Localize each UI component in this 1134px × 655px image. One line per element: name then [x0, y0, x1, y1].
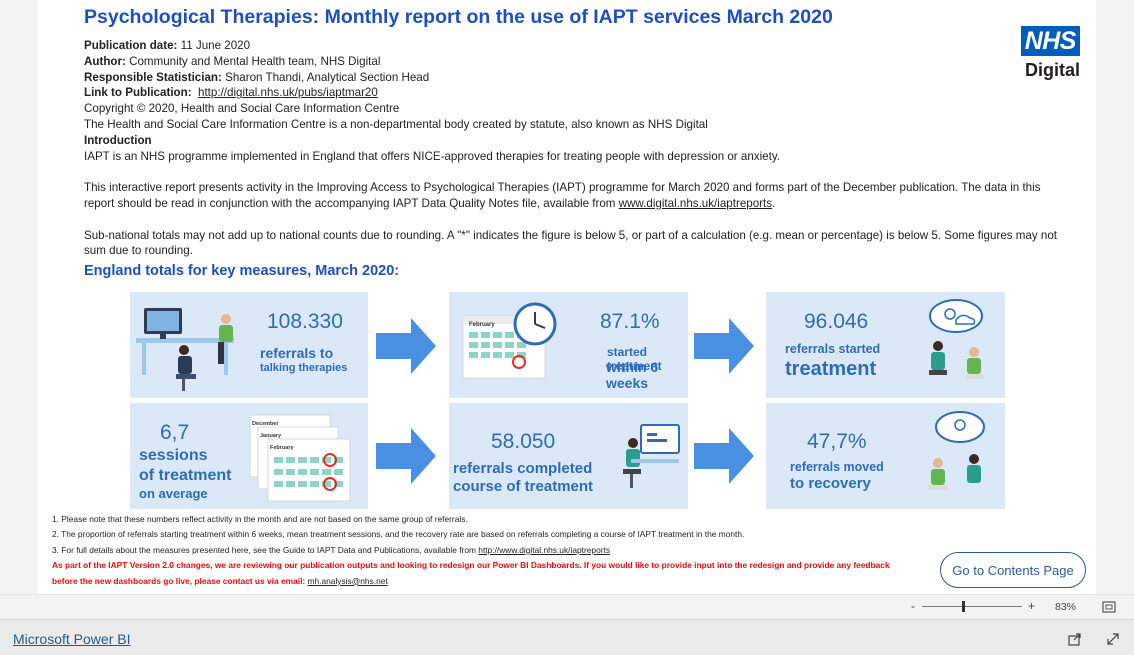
- recovery-session-illustration: [928, 411, 985, 490]
- recovery-value: 47,7%: [807, 430, 867, 453]
- report-description: This interactive report presents activit…: [84, 180, 1064, 212]
- calendar-month-label: February: [469, 322, 495, 328]
- sessions-label-1: sessions: [139, 447, 208, 464]
- intro-label: Introduction: [84, 133, 152, 147]
- started-treatment-label-2: treatment: [785, 358, 877, 380]
- report-meta: Publication date: 11 June 2020 Author: C…: [84, 38, 1064, 259]
- completed-label-2: course of treatment: [453, 478, 594, 495]
- hscic-text: The Health and Social Care Information C…: [84, 117, 708, 131]
- rounding-note: Sub-national totals may not add up to na…: [84, 228, 1058, 258]
- go-to-contents-button[interactable]: Go to Contents Page: [940, 552, 1086, 588]
- feedback-note-2-text: before the new dashboards go live, pleas…: [52, 575, 308, 586]
- sessions-label-2: of treatment: [139, 467, 232, 484]
- fit-to-page-icon[interactable]: [1102, 601, 1116, 613]
- link-label: Link to Publication:: [84, 86, 192, 100]
- zoom-slider-thumb[interactable]: [962, 601, 965, 612]
- card-recovery: 47,7% referrals moved to recovery: [766, 403, 1005, 509]
- footnote-1: 1. Please note that these numbers reflec…: [52, 514, 468, 524]
- report-title: Psychological Therapies: Monthly report …: [84, 6, 833, 28]
- completed-value: 58.050: [491, 430, 556, 453]
- publication-date: 11 June 2020: [180, 39, 251, 52]
- calendar-month-february: February: [270, 445, 294, 451]
- arrow-right-icon: [376, 318, 436, 374]
- powerbi-footer: Microsoft Power BI: [0, 619, 1134, 655]
- started-treatment-label-1: referrals started: [785, 342, 881, 356]
- intro-text: IAPT is an NHS programme implemented in …: [84, 149, 780, 163]
- powerbi-brand-link[interactable]: Microsoft Power BI: [13, 631, 130, 647]
- therapy-session-illustration: [929, 299, 984, 379]
- publication-link[interactable]: http://digital.nhs.uk/pubs/iaptmar20: [198, 86, 378, 99]
- started-6-weeks-value: 87.1%: [600, 310, 660, 333]
- description-text: This interactive report presents activit…: [84, 181, 1041, 210]
- zoom-level[interactable]: 83%: [1055, 601, 1076, 613]
- card-sessions: 6,7 sessions of treatment on average Dec…: [130, 403, 368, 509]
- report-page: Psychological Therapies: Monthly report …: [38, 0, 1096, 594]
- sessions-value: 6,7: [160, 421, 190, 444]
- recovery-label-1: referrals moved: [790, 460, 884, 474]
- arrow-right-icon: [376, 428, 436, 484]
- zoom-out-button[interactable]: -: [911, 599, 915, 613]
- zoom-bar: - + 83%: [0, 594, 1134, 618]
- fullscreen-icon[interactable]: [1106, 632, 1120, 646]
- person-at-computer-illustration: [136, 308, 234, 391]
- person-at-laptop-illustration: [623, 424, 680, 488]
- statistician-label: Responsible Statistician:: [84, 70, 222, 84]
- section-heading: England totals for key measures, March 2…: [84, 263, 400, 279]
- iapt-reports-link[interactable]: www.digital.nhs.uk/iaptreports: [619, 197, 772, 210]
- footnote-3: 3. For full details about the measures p…: [52, 543, 890, 558]
- card-started-6-weeks: February 87.1% started treatment within …: [449, 292, 688, 398]
- statistician: Sharon Thandi, Analytical Section Head: [225, 70, 430, 84]
- card-started-treatment: 96.046 referrals started treatment: [766, 292, 1005, 398]
- started-treatment-value: 96.046: [804, 310, 869, 333]
- card-referrals: 108.330 referrals to talking therapies: [130, 292, 368, 398]
- footnotes: 1. Please note that these numbers reflec…: [52, 512, 890, 589]
- footnote-2: 2. The proportion of referrals starting …: [52, 529, 745, 540]
- share-icon[interactable]: [1068, 632, 1082, 646]
- footnote-3-text: 3. For full details about the measures p…: [52, 544, 479, 555]
- referrals-value: 108.330: [267, 310, 343, 333]
- footnote-3-link[interactable]: http://www.digital.nhs.uk/iaptreports: [478, 545, 610, 555]
- author: Community and Mental Health team, NHS Di…: [129, 54, 381, 68]
- arrow-right-icon: [694, 318, 754, 374]
- card-completed: 58.050 referrals completed course of tre…: [449, 403, 688, 509]
- feedback-email-link[interactable]: mh.analysis@nhs.net: [308, 576, 388, 586]
- feedback-note-1: As part of the IAPT Version 2.0 changes,…: [52, 560, 890, 571]
- zoom-in-button[interactable]: +: [1028, 599, 1035, 613]
- calendar-month-december: December: [252, 421, 279, 427]
- zoom-slider[interactable]: [922, 601, 1022, 612]
- arrow-right-icon: [694, 428, 754, 484]
- calendar-month-january: January: [260, 433, 282, 439]
- calendar-clock-icon: [462, 302, 557, 379]
- publication-date-label: Publication date:: [84, 39, 178, 52]
- started-6-weeks-label-2: within 6 weeks: [606, 359, 659, 392]
- feedback-note-2: before the new dashboards go live, pleas…: [52, 574, 890, 589]
- completed-label-1: referrals completed: [453, 460, 593, 477]
- referrals-label-1: referrals to: [260, 345, 334, 361]
- copyright: Copyright © 2020, Health and Social Care…: [84, 102, 400, 116]
- recovery-label-2: to recovery: [790, 475, 871, 492]
- description-end: .: [772, 196, 776, 210]
- sessions-label-3: on average: [139, 486, 208, 501]
- referrals-label-2: talking therapies: [260, 362, 348, 374]
- author-label: Author:: [84, 54, 126, 68]
